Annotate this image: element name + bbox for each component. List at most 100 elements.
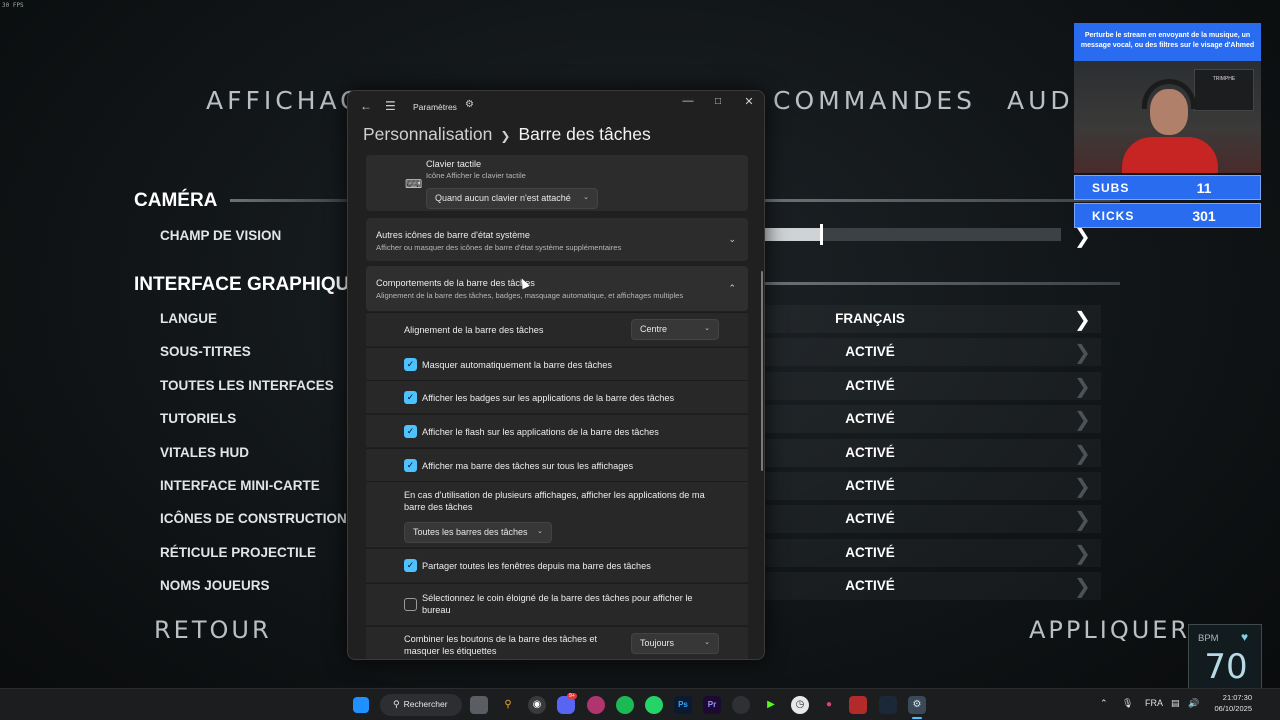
spotify-icon[interactable] xyxy=(616,696,634,714)
section-divider xyxy=(765,199,1120,202)
opera-icon[interactable] xyxy=(587,696,605,714)
chevron-up-icon[interactable]: ⌃ xyxy=(728,283,736,294)
streamer-body xyxy=(1122,137,1218,173)
far-corner-checkbox[interactable] xyxy=(404,598,417,611)
tab-commandes[interactable]: COMMANDES xyxy=(773,86,976,115)
whatsapp-icon[interactable] xyxy=(645,696,663,714)
checkbox-row[interactable]: ✓ Afficher ma barre des tâches sur tous l… xyxy=(366,448,748,481)
touch-keyboard-dropdown[interactable]: Quand aucun clavier n'est attaché ⌄ xyxy=(426,188,598,209)
setting-value[interactable]: FRANÇAIS xyxy=(790,311,950,326)
chevron-right-icon[interactable]: ❯ xyxy=(1074,407,1091,432)
setting-value[interactable]: ACTIVÉ xyxy=(790,411,950,426)
search-app-icon[interactable]: ⚲ xyxy=(499,696,517,714)
game-icon[interactable] xyxy=(849,696,867,714)
headphones xyxy=(1142,79,1196,109)
setting-value[interactable]: ACTIVÉ xyxy=(790,511,950,526)
setting-value[interactable]: ACTIVÉ xyxy=(790,478,950,493)
touch-keyboard-dropdown-value: Quand aucun clavier n'est attaché xyxy=(435,193,571,203)
checkbox[interactable]: ✓ xyxy=(404,459,417,472)
breadcrumb-parent[interactable]: Personnalisation xyxy=(363,124,492,144)
kick-icon[interactable]: ▶ xyxy=(762,696,780,714)
section-camera-heading: CAMÉRA xyxy=(134,190,218,211)
combine-dropdown-value: Toujours xyxy=(640,638,675,648)
fov-slider[interactable] xyxy=(765,224,1061,245)
task-view-icon[interactable] xyxy=(470,696,488,714)
settings-taskbar-icon[interactable]: ⚙ xyxy=(908,696,926,714)
checkbox-row[interactable]: ✓ Afficher les badges sur les application… xyxy=(366,380,748,413)
taskbar-search[interactable]: ⚲ Rechercher xyxy=(380,694,462,716)
setting-label: INTERFACE MINI-CARTE xyxy=(160,478,320,493)
minimize-icon[interactable]: — xyxy=(678,95,698,107)
photoshop-icon[interactable]: Ps xyxy=(674,696,692,714)
chevron-down-icon: ⌄ xyxy=(704,325,710,332)
start-windows-icon[interactable] xyxy=(353,697,369,713)
checkbox-label: Masquer automatiquement la barre des tâc… xyxy=(422,360,612,370)
clock-app-icon[interactable]: ◷ xyxy=(791,696,809,714)
setting-value[interactable]: ACTIVÉ xyxy=(790,344,950,359)
taskbar-behaviors-card[interactable]: Comportements de la barre des tâches Ali… xyxy=(366,266,748,311)
maximize-icon[interactable]: □ xyxy=(708,96,728,107)
setting-label-fov: CHAMP DE VISION xyxy=(160,228,282,243)
search-icon: ⚲ xyxy=(393,699,400,709)
microphone-icon[interactable]: 🎙 xyxy=(1122,698,1133,709)
section-interface-heading: INTERFACE GRAPHIQUE xyxy=(134,274,363,295)
share-windows-row[interactable]: ✓ Partager toutes les fenêtres depuis ma… xyxy=(366,548,748,582)
pin-app-icon[interactable]: ● xyxy=(820,696,838,714)
webcam-feed: TRIMPHE xyxy=(1074,61,1261,173)
language-indicator[interactable]: FRA xyxy=(1145,698,1163,708)
setting-label: TOUTES LES INTERFACES xyxy=(160,377,334,393)
kicks-counter: KICKS 301 xyxy=(1074,203,1261,228)
far-corner-row[interactable]: Sélectionnez le coin éloigné de la barre… xyxy=(366,583,748,625)
bpm-value: 70 xyxy=(1204,647,1248,687)
touch-keyboard-title: Clavier tactile xyxy=(426,159,482,169)
multi-display-row: En cas d'utilisation de plusieurs affich… xyxy=(366,481,748,547)
volume-icon[interactable]: 🔊 xyxy=(1188,698,1199,709)
obs-icon[interactable] xyxy=(732,696,750,714)
menu-icon[interactable]: ☰ xyxy=(385,99,396,113)
network-icon[interactable]: ▤ xyxy=(1171,698,1180,709)
alignment-dropdown-value: Centre xyxy=(640,324,668,334)
back-arrow-icon[interactable]: ← xyxy=(360,99,372,113)
chevron-right-icon[interactable]: ❯ xyxy=(1074,574,1091,599)
stream-banner: Perturbe le stream en envoyant de la mus… xyxy=(1074,23,1261,61)
fov-slider-fill xyxy=(765,228,822,241)
checkbox[interactable]: ✓ xyxy=(404,425,417,438)
alignment-label: Alignement de la barre des tâches xyxy=(404,325,544,335)
chevron-right-icon[interactable]: ❯ xyxy=(1074,374,1091,399)
chevron-right-icon[interactable]: ❯ xyxy=(1074,474,1091,499)
checkbox[interactable]: ✓ xyxy=(404,358,417,371)
apply-button[interactable]: APPLIQUER xyxy=(1029,616,1190,644)
keyboard-icon: ⌨ xyxy=(405,177,423,191)
back-button[interactable]: RETOUR xyxy=(154,616,272,644)
steam-icon[interactable] xyxy=(879,696,897,714)
tray-overflow-icon[interactable]: ⌃ xyxy=(1100,698,1108,709)
chevron-down-icon[interactable]: ⌄ xyxy=(728,234,736,245)
close-icon[interactable]: ✕ xyxy=(739,95,759,108)
checkbox-row[interactable]: ✓ Afficher le flash sur les applications … xyxy=(366,414,748,447)
multi-display-dropdown[interactable]: Toutes les barres des tâches ⌄ xyxy=(404,522,552,543)
scrollbar[interactable] xyxy=(761,271,763,471)
chevron-right-icon[interactable]: ❯ xyxy=(1074,441,1091,466)
tray-icons-card[interactable]: Autres icônes de barre d'état système Af… xyxy=(366,218,748,261)
setting-label: ICÔNES DE CONSTRUCTION xyxy=(160,511,347,527)
setting-value[interactable]: ACTIVÉ xyxy=(790,445,950,460)
fov-slider-thumb[interactable] xyxy=(820,224,824,245)
setting-value[interactable]: ACTIVÉ xyxy=(790,578,950,593)
search-label: Rechercher xyxy=(403,699,448,709)
clock[interactable]: 21:07:30 06/10/2025 xyxy=(1206,692,1252,714)
checkbox-row[interactable]: ✓ Masquer automatiquement la barre des tâ… xyxy=(366,347,748,380)
chevron-right-icon[interactable]: ❯ xyxy=(1074,307,1091,332)
premiere-icon[interactable]: Pr xyxy=(703,696,721,714)
discord-badge: 9+ xyxy=(567,693,577,699)
alignment-dropdown[interactable]: Centre ⌄ xyxy=(631,319,719,340)
checkbox[interactable]: ✓ xyxy=(404,391,417,404)
chevron-right-icon[interactable]: ❯ xyxy=(1074,541,1091,566)
setting-value[interactable]: ACTIVÉ xyxy=(790,545,950,560)
breadcrumb: Personnalisation ❯ Barre des tâches xyxy=(363,124,651,145)
browser-icon[interactable]: ◉ xyxy=(528,696,546,714)
setting-value[interactable]: ACTIVÉ xyxy=(790,378,950,393)
chevron-right-icon[interactable]: ❯ xyxy=(1074,340,1091,365)
chevron-right-icon[interactable]: ❯ xyxy=(1074,507,1091,532)
combine-dropdown[interactable]: Toujours ⌄ xyxy=(631,633,719,654)
share-windows-checkbox[interactable]: ✓ xyxy=(404,559,417,572)
